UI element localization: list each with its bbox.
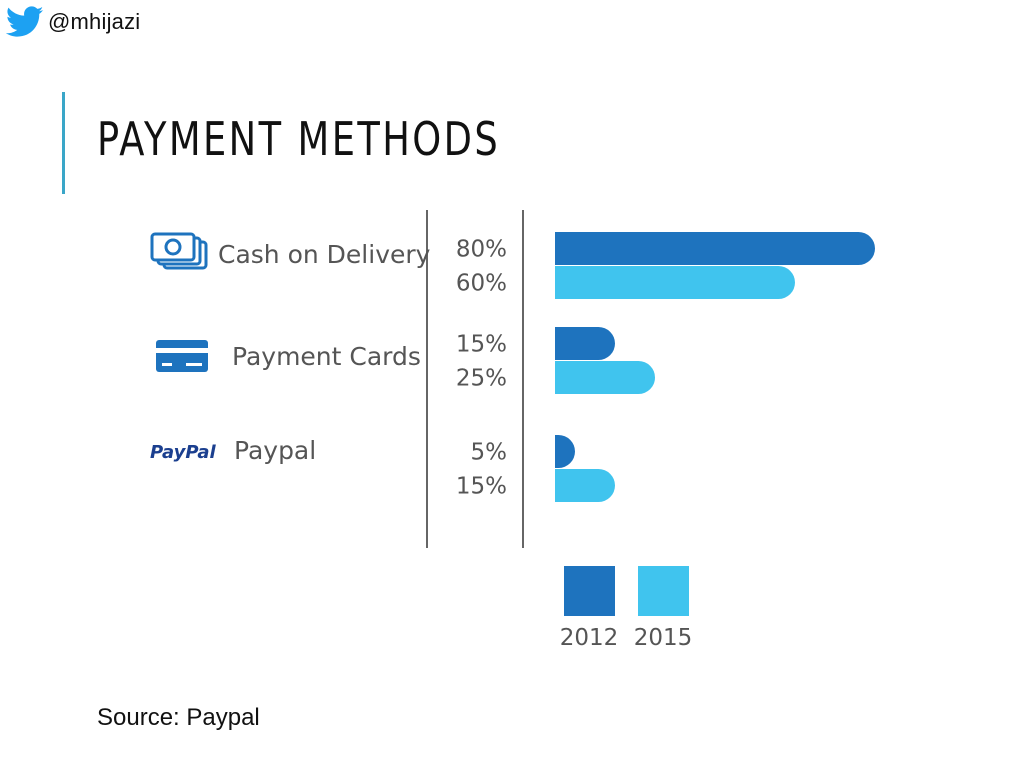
- source-note: Source: Paypal: [97, 704, 260, 731]
- value-label-payment-cards-2012: 15%: [456, 332, 507, 358]
- credit-card-icon: [156, 340, 208, 372]
- legend-swatch-2012: [564, 566, 615, 616]
- credit-card-icon-stripe: [156, 348, 208, 353]
- bar-cash-on-delivery-2012: [555, 232, 875, 265]
- bar-payment-cards-2012: [555, 327, 615, 360]
- value-label-cash-on-delivery-2012: 80%: [456, 237, 507, 263]
- credit-card-icon-number-b: [186, 363, 202, 366]
- payment-methods-chart: Cash on Delivery 80% 60% Payment Cards 15% 25…: [150, 210, 875, 651]
- bar-payment-cards-2015: [555, 361, 656, 394]
- cash-icon: [150, 232, 196, 262]
- paypal-logo: PayPal: [150, 442, 217, 463]
- legend-label-2012: 2012: [560, 625, 619, 651]
- value-label-paypal-2012: 5%: [471, 440, 508, 466]
- bar-paypal-2015: [555, 469, 615, 502]
- value-label-payment-cards-2015: 25%: [456, 366, 507, 392]
- bar-paypal-2012: [555, 435, 575, 468]
- value-label-paypal-2015: 15%: [456, 474, 507, 500]
- value-label-cash-on-delivery-2015: 60%: [456, 271, 507, 297]
- category-label-cash-on-delivery: Cash on Delivery: [218, 240, 431, 269]
- category-label-payment-cards: Payment Cards: [232, 342, 421, 371]
- legend-label-2015: 2015: [634, 625, 693, 651]
- category-label-paypal: Paypal: [234, 436, 316, 465]
- legend-swatch-2015: [638, 566, 689, 616]
- bar-cash-on-delivery-2015: [555, 266, 795, 299]
- credit-card-icon-number-a: [162, 363, 172, 366]
